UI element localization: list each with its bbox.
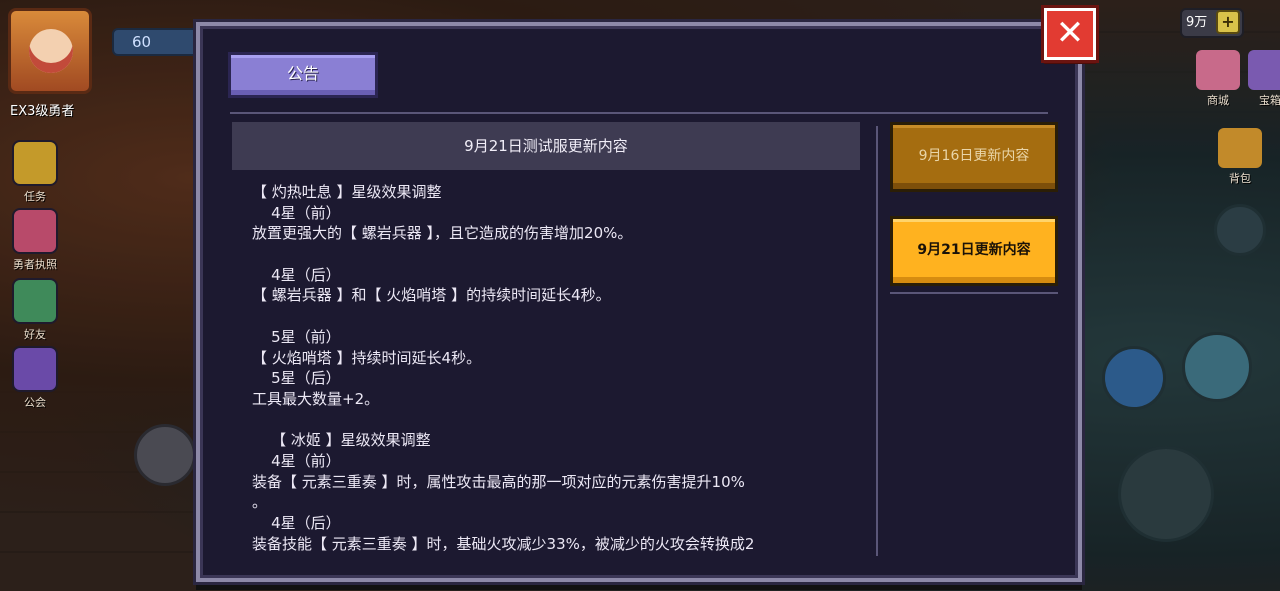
add-coin-button[interactable]: +: [1216, 10, 1240, 34]
right-hud: 9万 + 商城 宝箱 背包: [1080, 0, 1280, 591]
joystick[interactable]: [134, 424, 196, 486]
content-line: 装备技能【 元素三重奏 】时，基础火攻减少33%，被减少的火攻会转换成2: [252, 534, 755, 553]
menu-grid-button[interactable]: [1214, 204, 1266, 256]
content-line: 4星（前）: [252, 203, 341, 222]
left-hud: EX3级勇者 60 任务 勇者执照 好友 公会: [0, 0, 200, 591]
content-line: 4星（后）: [252, 265, 341, 284]
content-line: 5星（前）: [252, 327, 341, 346]
content-line: [252, 410, 860, 431]
content-line: 【 灼热吐息 】星级效果调整: [252, 183, 442, 201]
tab-notice[interactable]: 公告: [228, 52, 378, 98]
chest-icon: [1248, 50, 1280, 90]
announcement-dialog: 公告 9月21日测试服更新内容 【 灼热吐息 】星级效果调整 4星（前） 放置更…: [196, 22, 1082, 582]
task-button[interactable]: 任务: [10, 140, 60, 204]
announcement-content[interactable]: 9月21日测试服更新内容 【 灼热吐息 】星级效果调整 4星（前） 放置更强大的…: [232, 122, 860, 558]
license-button[interactable]: 勇者执照: [10, 208, 60, 272]
content-line: 【 冰姬 】星级效果调整: [252, 431, 431, 450]
announcement-item-0921[interactable]: 9月21日更新内容: [890, 216, 1058, 286]
vertical-divider: [876, 126, 878, 556]
guild-label: 公会: [24, 396, 46, 409]
bag-label: 背包: [1229, 172, 1251, 185]
shop-button[interactable]: 商城: [1192, 50, 1244, 108]
chest-button[interactable]: 宝箱: [1244, 50, 1280, 108]
content-title: 9月21日测试服更新内容: [232, 122, 860, 170]
content-line: 装备【 元素三重奏 】时，属性攻击最高的那一项对应的元素伤害提升10%: [252, 472, 745, 491]
attack-button[interactable]: [1118, 446, 1214, 542]
announcement-item-0916[interactable]: 9月16日更新内容: [890, 122, 1058, 192]
guild-icon: [12, 346, 58, 392]
chest-label: 宝箱: [1259, 94, 1280, 107]
friends-icon: [12, 278, 58, 324]
content-line: 。: [252, 493, 268, 512]
header-divider: [230, 112, 1048, 114]
shop-label: 商城: [1207, 94, 1229, 107]
content-line: 工具最大数量+2。: [252, 389, 380, 408]
content-line: 【 火焰哨塔 】持续时间延长4秒。: [252, 348, 482, 367]
player-level-label: EX3级勇者: [10, 104, 75, 119]
bag-icon: [1218, 128, 1262, 168]
skill-button-2[interactable]: [1182, 332, 1252, 402]
trophy-icon: [12, 140, 58, 186]
announcement-list: 9月16日更新内容 9月21日更新内容: [890, 122, 1058, 310]
content-line: 4星（后）: [252, 514, 341, 532]
guild-button[interactable]: 公会: [10, 346, 60, 410]
content-line: [252, 244, 860, 265]
player-avatar[interactable]: [8, 8, 92, 94]
content-line: 放置更强大的【 螺岩兵器 】，且它造成的伤害增加20%。: [252, 224, 633, 243]
content-line: 5星（后）: [252, 369, 341, 388]
close-button[interactable]: ✕: [1044, 8, 1096, 60]
content-line: [252, 306, 860, 327]
shop-icon: [1196, 50, 1240, 90]
friends-button[interactable]: 好友: [10, 278, 60, 342]
friends-label: 好友: [24, 328, 46, 341]
task-label: 任务: [24, 190, 46, 203]
content-line: 4星（前）: [252, 451, 341, 470]
license-label: 勇者执照: [13, 258, 57, 271]
list-divider: [890, 292, 1058, 294]
bag-button[interactable]: 背包: [1214, 128, 1266, 186]
license-icon: [12, 208, 58, 254]
skill-button-1[interactable]: [1102, 346, 1166, 410]
content-body: 【 灼热吐息 】星级效果调整 4星（前） 放置更强大的【 螺岩兵器 】，且它造成…: [232, 170, 860, 554]
content-line: 【 螺岩兵器 】和【 火焰哨塔 】的持续时间延长4秒。: [252, 286, 611, 305]
energy-counter: 60: [112, 28, 200, 56]
